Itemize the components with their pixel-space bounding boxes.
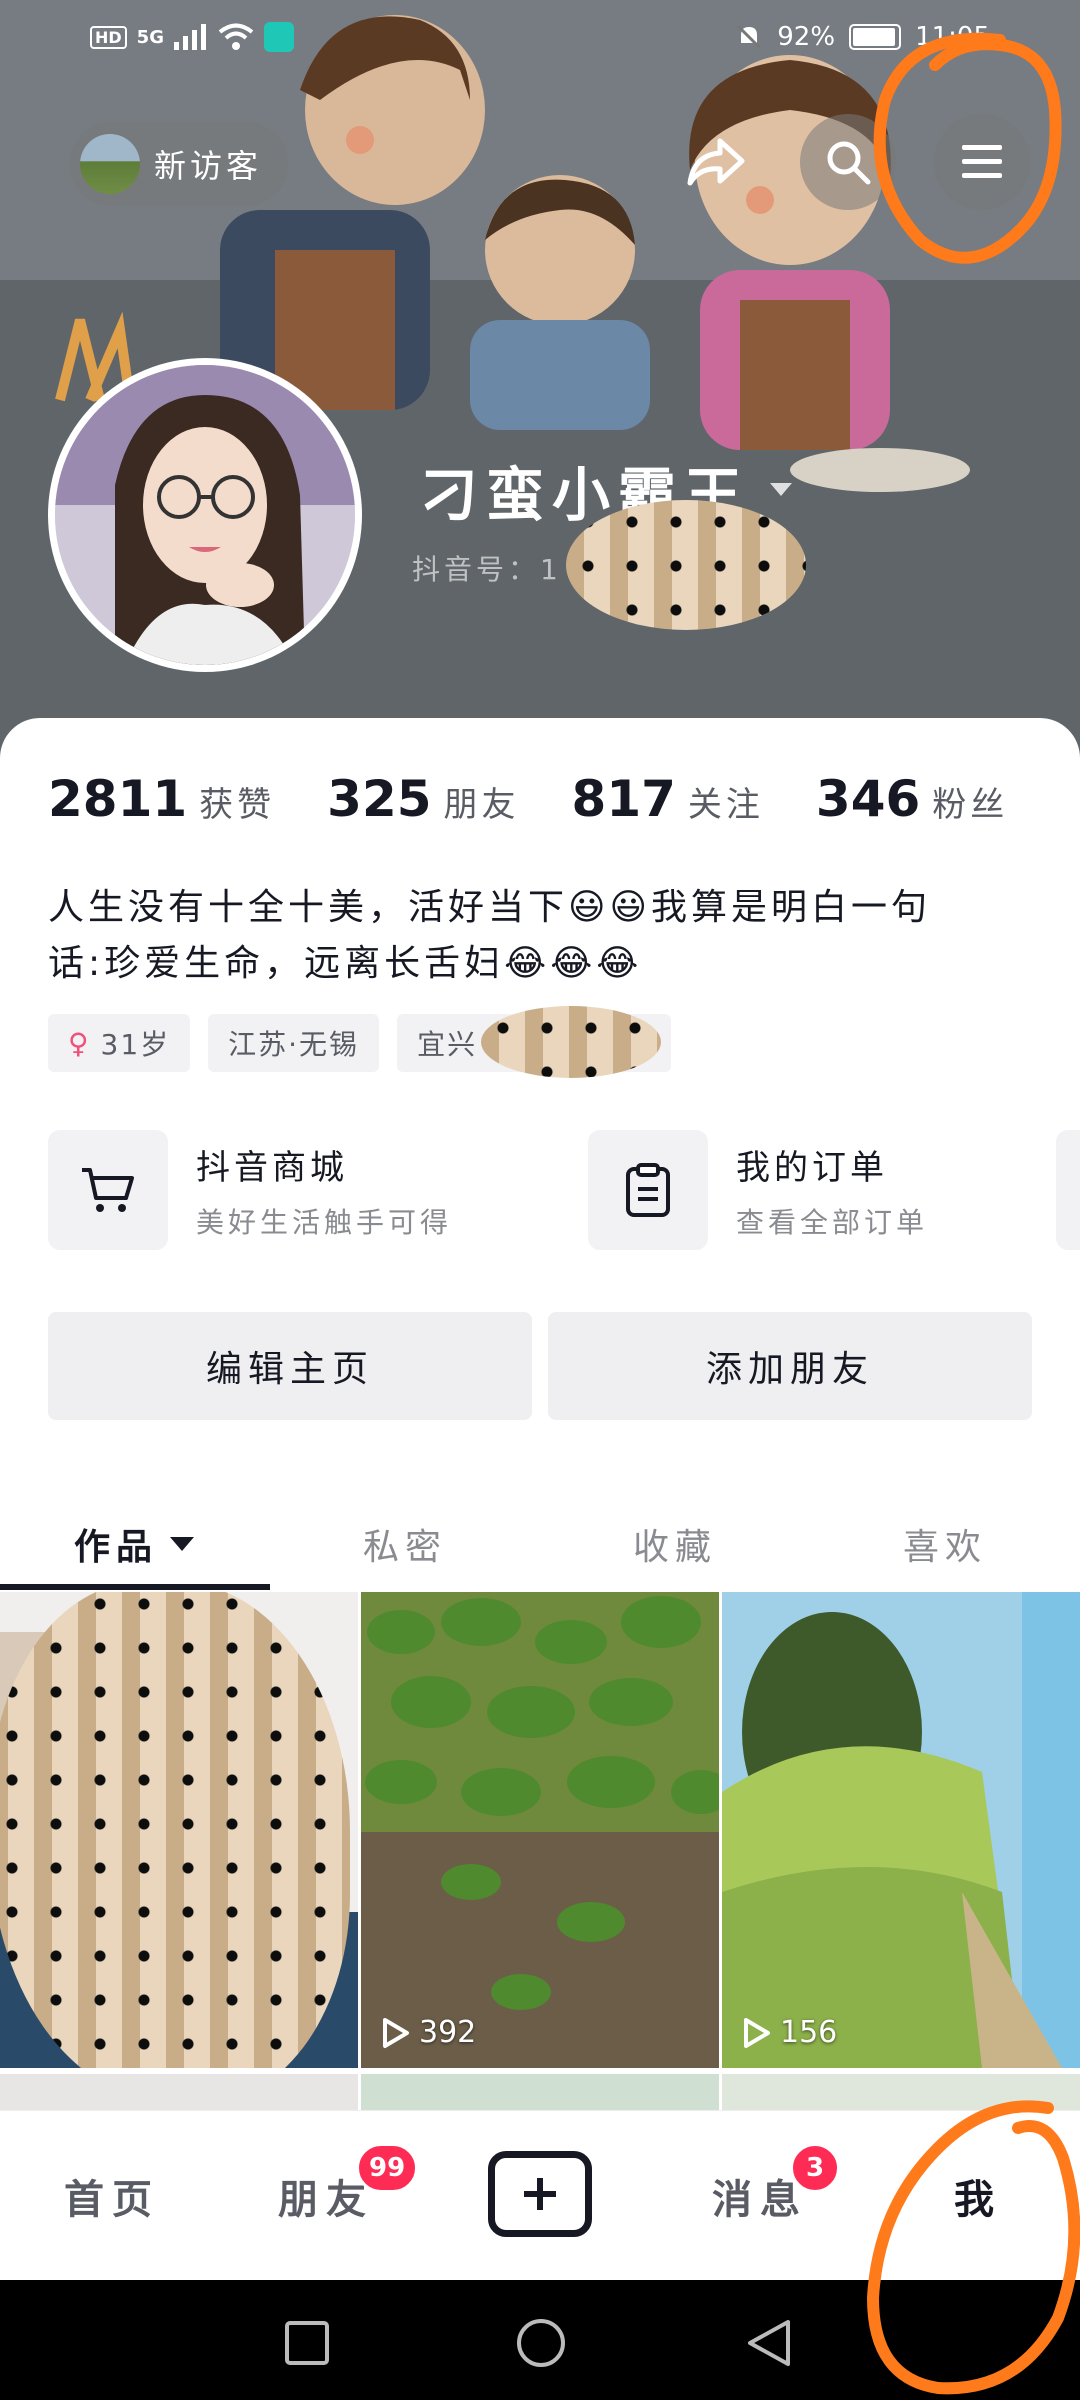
- thumbnail-image: [722, 1592, 1080, 2068]
- content-tabs: 作品 私密 收藏 喜欢: [0, 1498, 1080, 1590]
- home-circle-icon[interactable]: [516, 2318, 566, 2368]
- share-button[interactable]: [668, 114, 764, 210]
- shopping-cart-icon: [48, 1130, 168, 1250]
- tag-area-text: 宜兴: [417, 1028, 478, 1061]
- messages-badge: 3: [790, 2143, 840, 2193]
- menu-button[interactable]: [934, 114, 1030, 210]
- profile-tags: ♀ 31岁 江苏·无锡 宜兴: [48, 1006, 672, 1078]
- tag-age: ♀ 31岁: [48, 1014, 191, 1072]
- wifi-icon: [218, 23, 254, 50]
- tab-works-label: 作品: [73, 1527, 158, 1568]
- shortcut-orders-subtitle: 查看全部订单: [736, 1205, 929, 1239]
- search-button[interactable]: [800, 114, 896, 210]
- play-count: 156: [742, 2015, 837, 2050]
- caret-down-icon: [770, 483, 793, 496]
- bio-line: 人生没有十全十美，活好当下😃😃我算是明白一句: [48, 887, 932, 928]
- add-friend-button[interactable]: 添加朋友: [548, 1312, 1032, 1420]
- video-thumbnail[interactable]: 392: [361, 1592, 719, 2068]
- video-thumbnail[interactable]: 156: [722, 1592, 1080, 2068]
- search-icon: [827, 141, 871, 185]
- shortcut-mall-title: 抖音商城: [196, 1147, 348, 1188]
- caret-down-icon: [170, 1537, 194, 1551]
- tab-liked[interactable]: 喜欢: [810, 1498, 1080, 1590]
- stat-friends-label: 朋友: [443, 785, 520, 825]
- shortcut-mall[interactable]: 抖音商城 美好生活触手可得: [48, 1130, 452, 1250]
- play-count: 392: [381, 2015, 476, 2050]
- active-tab-indicator: [0, 1584, 270, 1590]
- bio-line: 话:珍爱生命，远离长舌妇😂😂😂: [48, 943, 643, 984]
- bio[interactable]: 人生没有十全十美，活好当下😃😃我算是明白一句 话:珍爱生命，远离长舌妇😂😂😂: [48, 880, 1028, 992]
- avatar-image: [55, 365, 355, 665]
- nav-home[interactable]: 首页: [64, 2167, 160, 2225]
- tag-area: 宜兴: [397, 1006, 672, 1078]
- stat-following-number: 817: [571, 770, 676, 828]
- create-button[interactable]: [488, 2151, 592, 2237]
- stat-likes-number: 2811: [48, 770, 188, 828]
- play-icon: [744, 2017, 770, 2048]
- friends-badge: 99: [356, 2143, 419, 2193]
- shortcut-orders[interactable]: 我的订单 查看全部订单: [588, 1130, 928, 1250]
- redaction-mosaic: [0, 1592, 350, 2068]
- shortcut-orders-title: 我的订单: [736, 1147, 888, 1188]
- tag-age-text: 31岁: [100, 1028, 171, 1061]
- redaction-mosaic: [566, 500, 806, 630]
- tag-location: 江苏·无锡: [208, 1014, 380, 1072]
- thumbnail-image: [361, 1592, 719, 2068]
- hamburger-menu-icon: [962, 145, 1002, 178]
- female-icon: ♀: [68, 1026, 91, 1060]
- video-grid: 392 156: [0, 1592, 1080, 2134]
- tab-favorites[interactable]: 收藏: [540, 1498, 810, 1590]
- play-count-number: 156: [780, 2015, 838, 2050]
- share-icon: [687, 138, 745, 186]
- mute-bell-icon: [737, 24, 762, 50]
- edit-profile-button[interactable]: 编辑主页: [48, 1312, 532, 1420]
- battery-percent: 92%: [777, 22, 836, 52]
- tab-works[interactable]: 作品: [0, 1498, 270, 1590]
- visitor-label: 新访客: [154, 147, 263, 185]
- nav-me[interactable]: 我: [954, 2167, 1002, 2225]
- stat-friends[interactable]: 325 朋友: [327, 770, 519, 828]
- home-app-icon: [263, 22, 294, 52]
- recent-apps-icon[interactable]: [284, 2320, 330, 2366]
- hd-indicator: HD: [90, 25, 127, 49]
- stat-following-label: 关注: [687, 785, 764, 825]
- tab-private[interactable]: 私密: [270, 1498, 540, 1590]
- shortcut-mall-subtitle: 美好生活触手可得: [196, 1205, 453, 1239]
- play-count-number: 392: [419, 2015, 477, 2050]
- video-thumbnail[interactable]: [0, 1592, 358, 2068]
- stats-row: 2811 获赞 325 朋友 817 关注 346 粉丝: [48, 770, 1060, 828]
- stat-followers-label: 粉丝: [932, 785, 1009, 825]
- status-bar: HD 5G 92% 11:05: [0, 0, 1080, 80]
- profile-banner: HD 5G 92% 11:05 新访客 刁蛮小霸王 抖音号：1: [0, 0, 1080, 760]
- douyin-id[interactable]: 抖音号：1: [412, 548, 562, 588]
- system-nav-bar: [0, 2280, 1080, 2400]
- stat-friends-number: 325: [327, 770, 432, 828]
- shortcut-more-peek[interactable]: [1056, 1130, 1080, 1250]
- redaction-mosaic: [481, 1006, 662, 1078]
- bottom-nav: 首页 朋友 99 消息 3 我: [0, 2110, 1080, 2280]
- signal-icon: [173, 24, 206, 50]
- new-visitors-button[interactable]: 新访客: [70, 122, 289, 206]
- stat-likes-label: 获赞: [199, 785, 276, 825]
- stat-followers-number: 346: [815, 770, 921, 828]
- network-gen: 5G: [136, 26, 164, 48]
- profile-avatar[interactable]: [48, 358, 362, 672]
- stat-likes[interactable]: 2811 获赞: [48, 770, 275, 828]
- visitor-avatar: [80, 134, 140, 194]
- clock: 11:05: [915, 22, 990, 52]
- plus-icon: [524, 2178, 556, 2210]
- battery-icon: [849, 24, 902, 50]
- play-icon: [383, 2017, 409, 2048]
- order-clipboard-icon: [588, 1130, 708, 1250]
- back-triangle-icon[interactable]: [744, 2318, 794, 2368]
- stat-followers[interactable]: 346 粉丝: [816, 770, 1008, 828]
- stat-following[interactable]: 817 关注: [572, 770, 764, 828]
